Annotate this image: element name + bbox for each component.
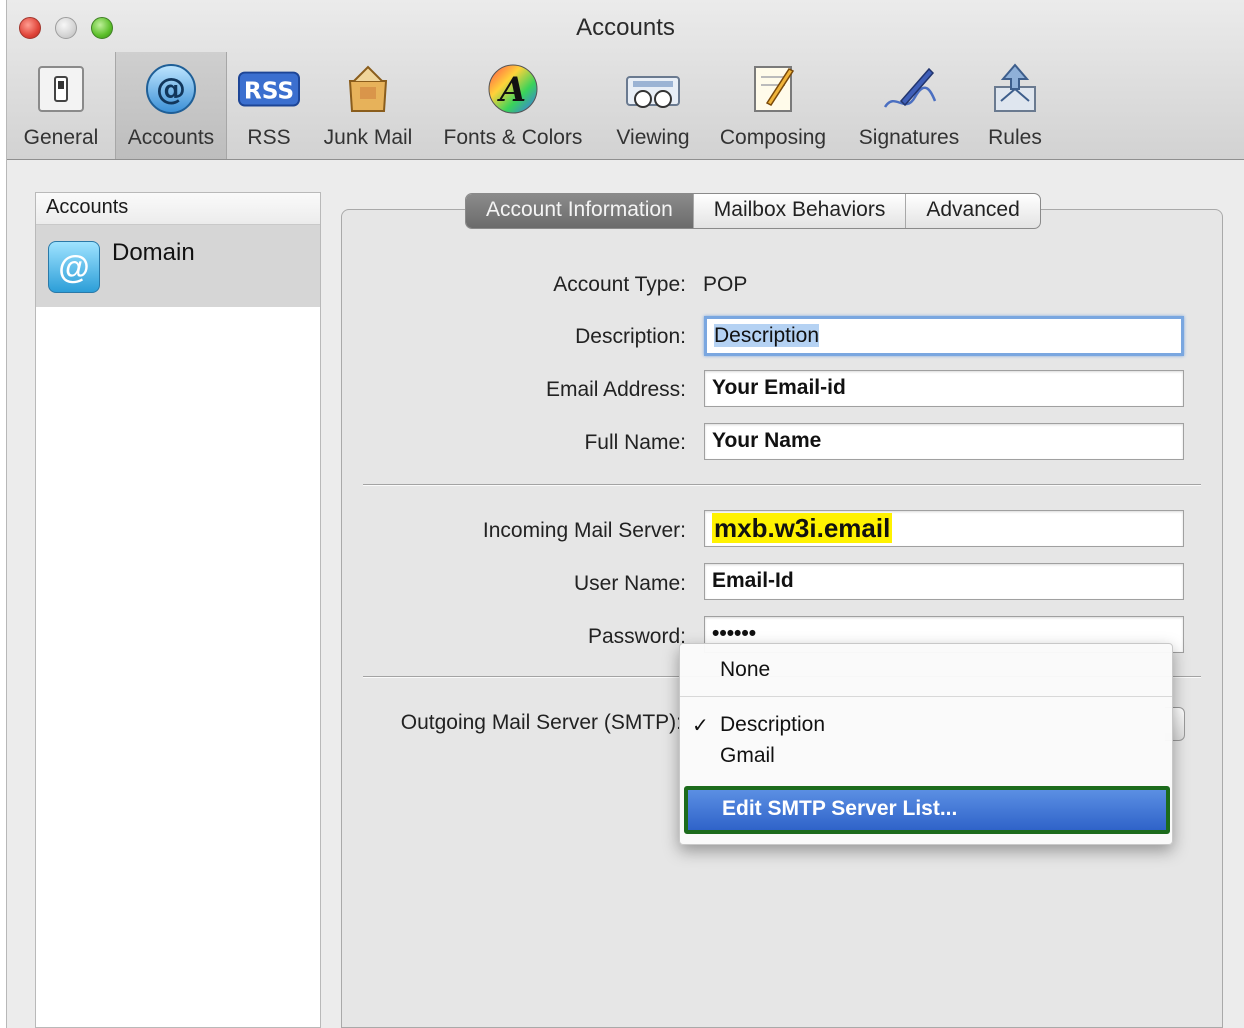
- tab-advanced[interactable]: Advanced: [906, 194, 1039, 228]
- toolbar-label: General: [23, 126, 99, 149]
- toolbar-junk-mail[interactable]: Junk Mail: [317, 58, 419, 158]
- tab-mailbox-behaviors[interactable]: Mailbox Behaviors: [694, 194, 907, 228]
- svg-text:A: A: [497, 70, 526, 110]
- smtp-server-menu: None ✓ Description Gmail Edit SMTP Serve…: [679, 643, 1173, 845]
- user-name-value: Email-Id: [712, 569, 794, 592]
- description-value: Description: [714, 324, 820, 347]
- menu-item-description[interactable]: Description: [720, 713, 825, 737]
- at-sign-icon: @: [140, 58, 202, 120]
- toolbar-label: Rules: [988, 126, 1042, 149]
- toolbar-rules[interactable]: Rules: [981, 58, 1049, 158]
- incoming-server-value: mxb.w3i.email: [712, 513, 893, 543]
- outgoing-server-label: Outgoing Mail Server (SMTP):: [400, 711, 682, 734]
- window-title: Accounts: [576, 14, 675, 41]
- toolbar-general[interactable]: General: [15, 58, 107, 158]
- email-address-value: Your Email-id: [712, 376, 846, 399]
- toolbar-label: Accounts: [127, 126, 215, 149]
- checkmark-icon: ✓: [692, 715, 709, 737]
- toolbar-label: Viewing: [616, 126, 690, 149]
- menu-separator: [680, 696, 1172, 697]
- toolbar-accounts[interactable]: @ Accounts: [115, 52, 227, 159]
- account-type-value: POP: [703, 273, 748, 296]
- user-name-field[interactable]: Email-Id: [704, 563, 1184, 600]
- user-name-label: User Name:: [573, 572, 686, 595]
- password-label: Password:: [587, 625, 686, 648]
- full-name-value: Your Name: [712, 429, 822, 452]
- title-toolbar: Accounts General @ Accounts RSS RSS Junk…: [7, 0, 1244, 160]
- general-switch-icon: [30, 58, 92, 120]
- toolbar-fonts-colors[interactable]: A Fonts & Colors: [433, 58, 593, 158]
- incoming-server-label: Incoming Mail Server:: [482, 519, 686, 542]
- full-name-label: Full Name:: [584, 431, 686, 454]
- full-name-field[interactable]: Your Name: [704, 423, 1184, 460]
- toolbar-label: Junk Mail: [323, 126, 413, 149]
- account-at-icon: @: [48, 241, 100, 293]
- toolbar-signatures[interactable]: Signatures: [853, 58, 965, 158]
- rss-icon: RSS: [238, 58, 300, 120]
- toolbar-label: RSS: [247, 126, 291, 149]
- toolbar-rss[interactable]: RSS RSS: [233, 58, 305, 158]
- composing-icon: [742, 58, 804, 120]
- svg-text:RSS: RSS: [244, 78, 294, 105]
- sidebar-header: Accounts: [36, 193, 320, 225]
- section-divider: [363, 484, 1201, 486]
- signatures-icon: [878, 58, 940, 120]
- junk-mail-icon: [337, 58, 399, 120]
- rules-icon: [984, 58, 1046, 120]
- edit-smtp-label: Edit SMTP Server List...: [722, 797, 958, 820]
- toolbar-viewing[interactable]: Viewing: [609, 58, 697, 158]
- description-label: Description:: [575, 325, 686, 348]
- description-field[interactable]: Description: [704, 316, 1184, 356]
- toolbar-label: Fonts & Colors: [443, 126, 583, 149]
- fonts-colors-icon: A: [482, 58, 544, 120]
- tab-bar: Account Information Mailbox Behaviors Ad…: [465, 193, 1041, 229]
- toolbar-label: Signatures: [858, 126, 960, 149]
- email-address-field[interactable]: Your Email-id: [704, 370, 1184, 407]
- viewing-icon: [622, 58, 684, 120]
- password-value: ••••••: [712, 622, 757, 645]
- toolbar-composing[interactable]: Composing: [713, 58, 833, 158]
- preferences-window: Accounts General @ Accounts RSS RSS Junk…: [6, 0, 1244, 1028]
- accounts-sidebar: Accounts @ Domain: [35, 192, 321, 1028]
- account-name: Domain: [112, 239, 195, 266]
- email-address-label: Email Address:: [545, 378, 686, 401]
- toolbar-label: Composing: [719, 126, 827, 149]
- menu-item-gmail[interactable]: Gmail: [720, 744, 775, 768]
- tab-account-information[interactable]: Account Information: [466, 194, 694, 228]
- account-type-label: Account Type:: [553, 273, 686, 296]
- incoming-server-field[interactable]: mxb.w3i.email: [704, 510, 1184, 547]
- sidebar-item-domain[interactable]: @ Domain: [36, 225, 320, 307]
- menu-item-edit-smtp-server-list[interactable]: Edit SMTP Server List...: [688, 790, 1166, 830]
- svg-text:@: @: [156, 72, 186, 107]
- edit-smtp-highlight-frame: Edit SMTP Server List...: [684, 786, 1170, 834]
- menu-item-none[interactable]: None: [720, 658, 770, 682]
